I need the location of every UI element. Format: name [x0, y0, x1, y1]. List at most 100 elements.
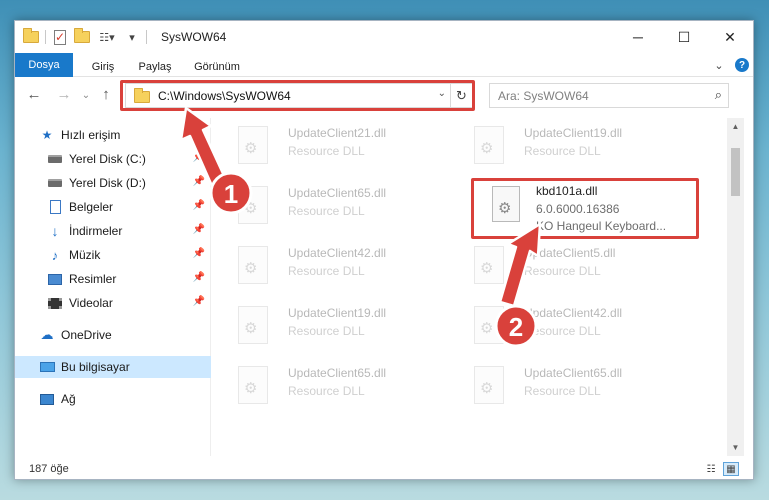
properties-button[interactable]: ✓ — [52, 29, 68, 45]
pin-icon[interactable]: 📌 — [193, 200, 205, 211]
file-name: UpdateClient65.dll — [288, 366, 387, 380]
search-placeholder: Ara: SysWOW64 — [498, 88, 589, 103]
file-name: UpdateClient42.dll — [288, 246, 387, 260]
new-folder-icon — [74, 28, 90, 43]
sidebar-item-local-disk-c[interactable]: Yerel Disk (C:) 📌 — [15, 148, 211, 170]
file-name: UpdateClient21.dll — [288, 126, 387, 140]
scroll-down-button[interactable]: ▼ — [727, 439, 744, 456]
download-icon: ↓ — [51, 223, 59, 239]
divider — [146, 30, 147, 44]
sidebar-item-label: İndirmeler — [69, 224, 123, 238]
address-bar-highlight — [120, 80, 475, 111]
sidebar-item-label: Müzik — [69, 248, 101, 262]
sidebar-item-label: Resimler — [69, 272, 117, 286]
quick-access-toolbar: ✓ ☷▾ ▾ — [23, 28, 147, 45]
file-item[interactable]: ⚙ UpdateClient21.dll Resource DLL — [216, 120, 446, 172]
dll-file-icon: ⚙ — [238, 126, 268, 164]
dll-file-icon: ⚙ — [238, 246, 268, 284]
sidebar-item-label: Ağ — [61, 392, 76, 406]
sidebar-item-label: Yerel Disk (C:) — [69, 152, 146, 166]
pin-icon[interactable]: 📌 — [193, 248, 205, 259]
expand-ribbon-button[interactable]: ⌄ — [711, 57, 727, 73]
sidebar-item-label: Yerel Disk (D:) — [69, 176, 146, 190]
scroll-up-button[interactable]: ▲ — [727, 118, 744, 135]
sidebar-item-videos[interactable]: Videolar 📌 — [15, 292, 211, 314]
sidebar-item-downloads[interactable]: ↓ İndirmeler 📌 — [15, 220, 211, 242]
sidebar-item-pictures[interactable]: Resimler 📌 — [15, 268, 211, 290]
qat-dropdown-button[interactable]: ▾ — [124, 29, 140, 45]
window-controls: ─ ☐ ✕ — [615, 21, 753, 53]
check-icon: ✓ — [55, 29, 66, 44]
close-button[interactable]: ✕ — [707, 21, 753, 53]
recent-locations-button[interactable]: ⌄ — [77, 90, 95, 101]
file-item[interactable]: ⚙ UpdateClient65.dll Resource DLL — [452, 360, 682, 412]
file-type: Resource DLL — [288, 324, 365, 338]
ribbon-tabs: Dosya Giriş Paylaş Görünüm ⌄ ? — [15, 53, 753, 77]
file-item[interactable]: ⚙ UpdateClient5.dll Resource DLL — [452, 240, 682, 292]
file-item[interactable]: ⚙ UpdateClient42.dll Resource DLL — [216, 240, 446, 292]
ribbon-right: ⌄ ? — [711, 57, 749, 73]
tab-file[interactable]: Dosya — [15, 53, 73, 77]
tab-view[interactable]: Görünüm — [187, 56, 247, 77]
properties-icon: ✓ — [54, 29, 66, 45]
pin-icon[interactable]: 📌 — [193, 152, 205, 163]
sidebar-item-documents[interactable]: Belgeler 📌 — [15, 196, 211, 218]
tab-share[interactable]: Paylaş — [129, 56, 181, 77]
file-item[interactable]: ⚙ UpdateClient65.dll Resource DLL — [216, 180, 446, 232]
vertical-scrollbar[interactable]: ▲ ▼ — [727, 118, 744, 456]
sidebar-item-local-disk-d[interactable]: Yerel Disk (D:) 📌 — [15, 172, 211, 194]
file-item[interactable]: ⚙ UpdateClient19.dll Resource DLL — [452, 120, 682, 172]
sidebar-item-network[interactable]: Ağ — [15, 388, 211, 410]
dll-file-icon: ⚙ — [238, 306, 268, 344]
file-name: UpdateClient19.dll — [524, 126, 623, 140]
sidebar-item-quick-access[interactable]: ★ Hızlı erişim — [15, 124, 211, 146]
file-type: Resource DLL — [288, 384, 365, 398]
file-type: Resource DLL — [524, 384, 601, 398]
file-item[interactable]: ⚙ UpdateClient65.dll Resource DLL — [216, 360, 446, 412]
tab-home[interactable]: Giriş — [81, 56, 125, 77]
window-title: SysWOW64 — [161, 30, 227, 44]
network-icon — [39, 392, 55, 406]
search-input[interactable]: Ara: SysWOW64 ⌕ — [489, 83, 729, 108]
sidebar-item-onedrive[interactable]: ☁ OneDrive — [15, 324, 211, 346]
help-icon[interactable]: ? — [735, 58, 749, 72]
up-button[interactable]: ↑ — [97, 86, 115, 103]
title-bar: ✓ ☷▾ ▾ SysWOW64 ─ ☐ ✕ — [15, 21, 753, 53]
sidebar-item-music[interactable]: ♪ Müzik 📌 — [15, 244, 211, 266]
pin-icon[interactable]: 📌 — [193, 224, 205, 235]
drive-icon — [47, 176, 63, 190]
sidebar-item-label: Videolar — [69, 296, 113, 310]
forward-button[interactable]: → — [55, 86, 73, 103]
file-name: UpdateClient5.dll — [524, 246, 616, 260]
dll-file-icon: ⚙ — [474, 366, 504, 404]
file-type: Resource DLL — [288, 204, 365, 218]
file-type: Resource DLL — [288, 264, 365, 278]
pictures-icon — [47, 272, 63, 286]
file-item[interactable]: ⚙ UpdateClient42.dll Resource DLL — [452, 300, 682, 352]
pin-icon[interactable]: 📌 — [193, 272, 205, 283]
sidebar-item-label: Hızlı erişim — [61, 128, 121, 142]
details-view-button[interactable]: ☷ — [703, 462, 719, 476]
dll-file-icon: ⚙ — [474, 306, 504, 344]
pin-icon[interactable]: 📌 — [193, 296, 205, 307]
item-count: 187 öğe — [29, 463, 69, 475]
sidebar-item-label: OneDrive — [61, 328, 112, 342]
minimize-button[interactable]: ─ — [615, 21, 661, 53]
file-item[interactable]: ⚙ UpdateClient19.dll Resource DLL — [216, 300, 446, 352]
maximize-button[interactable]: ☐ — [661, 21, 707, 53]
sidebar-item-this-pc[interactable]: Bu bilgisayar — [15, 356, 211, 378]
folder-icon — [23, 28, 39, 43]
divider — [45, 30, 46, 44]
search-icon[interactable]: ⌕ — [715, 87, 722, 103]
file-type: Resource DLL — [524, 144, 601, 158]
status-bar: 187 öğe ☷ ▦ — [15, 458, 753, 480]
back-button[interactable]: ← — [25, 86, 43, 103]
tiles-view-button[interactable]: ▦ — [723, 462, 739, 476]
customize-view-button[interactable]: ☷▾ — [96, 29, 118, 45]
new-folder-button[interactable] — [74, 28, 90, 45]
scroll-thumb[interactable] — [731, 148, 740, 196]
dll-file-icon: ⚙ — [238, 366, 268, 404]
pin-icon[interactable]: 📌 — [193, 176, 205, 187]
file-type: Resource DLL — [524, 324, 601, 338]
document-icon — [47, 200, 63, 214]
